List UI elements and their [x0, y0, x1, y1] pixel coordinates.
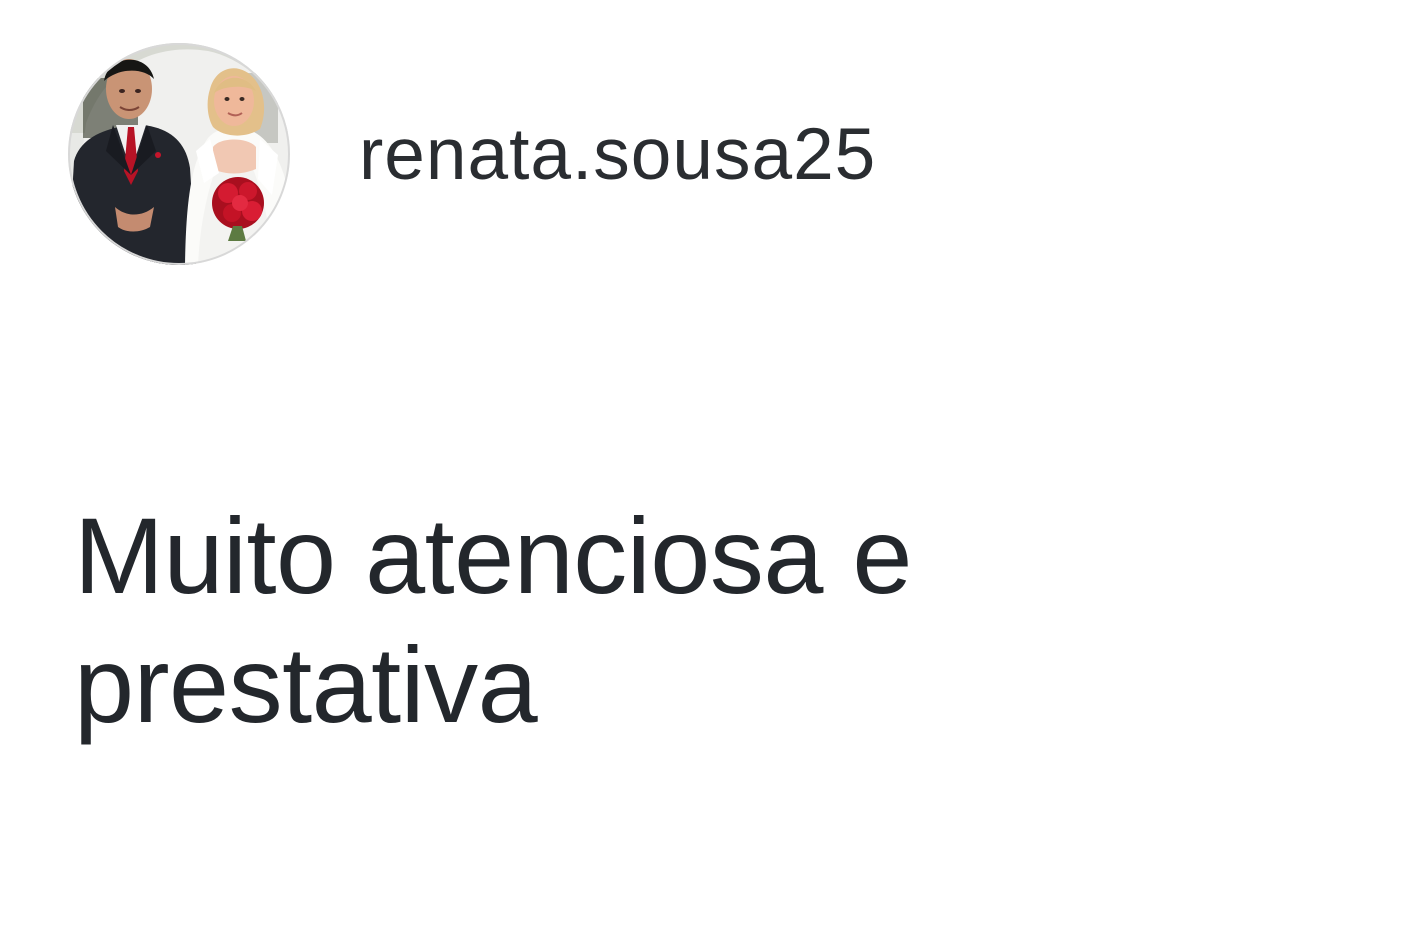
author-avatar[interactable]	[68, 43, 290, 265]
comment-header: renata.sousa25	[68, 43, 876, 265]
comment-text: Muito atenciosa e prestativa	[74, 495, 913, 745]
comment-card: renata.sousa25 Muito atenciosa e prestat…	[0, 0, 1425, 940]
author-username[interactable]: renata.sousa25	[359, 118, 876, 191]
wedding-couple-photo-icon	[68, 43, 290, 265]
